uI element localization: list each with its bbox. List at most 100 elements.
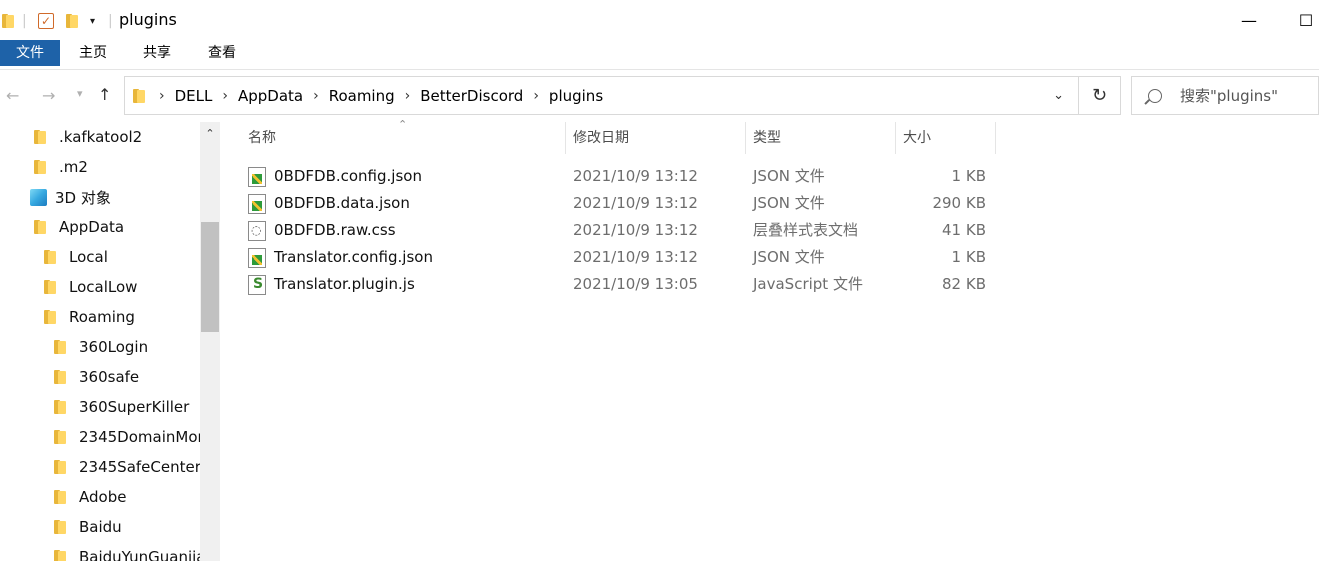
file-name: 0BDFDB.data.json (274, 194, 410, 212)
file-date: 2021/10/9 13:05 (573, 275, 698, 293)
sort-ascending-icon: ⌃ (398, 118, 408, 131)
chevron-right-icon[interactable]: › (533, 88, 539, 104)
folder-icon (54, 400, 70, 414)
breadcrumb-dell[interactable]: DELL (175, 87, 213, 105)
sidebar-item[interactable]: 360safe (54, 362, 139, 392)
up-icon[interactable]: ↑ (98, 85, 111, 104)
breadcrumb-plugins[interactable]: plugins (549, 87, 603, 105)
maximize-icon[interactable]: ☐ (1294, 8, 1318, 32)
sidebar-item[interactable]: LocalLow (44, 272, 137, 302)
sidebar-item[interactable]: BaiduYunGuanjia (54, 542, 206, 561)
column-header-size[interactable]: 大小 (903, 122, 931, 154)
json-file-icon (248, 248, 266, 268)
folder-icon (54, 430, 70, 444)
file-row[interactable]: Translator.plugin.js 2021/10/9 13:05 Jav… (246, 271, 1006, 298)
breadcrumb-betterdiscord[interactable]: BetterDiscord (420, 87, 523, 105)
file-date: 2021/10/9 13:12 (573, 194, 698, 212)
sidebar-item[interactable]: 2345SafeCenter (54, 452, 201, 482)
sidebar-item[interactable]: Adobe (54, 482, 126, 512)
search-placeholder: 搜索"plugins" (1180, 87, 1279, 105)
sidebar-item[interactable]: 2345DomainMon (54, 422, 207, 452)
folder-icon (133, 88, 149, 103)
folder-icon (34, 220, 50, 234)
sidebar-item[interactable]: 360Login (54, 332, 148, 362)
customize-quick-access-icon[interactable]: ▾ (90, 10, 95, 32)
divider: | (22, 13, 27, 29)
scroll-up-icon[interactable]: ⌃ (200, 122, 220, 144)
sidebar-item[interactable]: .m2 (34, 152, 88, 182)
tab-home[interactable]: 主页 (68, 40, 118, 66)
folder-icon (44, 310, 60, 324)
chevron-down-icon[interactable]: ⌄ (1053, 88, 1064, 103)
file-row[interactable]: 0BDFDB.data.json 2021/10/9 13:12 JSON 文件… (246, 190, 1006, 217)
scrollbar-thumb[interactable] (201, 222, 219, 332)
file-size: 290 KB (932, 194, 986, 212)
forward-icon[interactable]: → (42, 86, 55, 105)
file-size: 1 KB (951, 248, 986, 266)
chevron-right-icon[interactable]: › (313, 88, 319, 104)
sidebar-item[interactable]: AppData (34, 212, 124, 242)
file-type: JSON 文件 (753, 248, 825, 266)
file-size: 1 KB (951, 167, 986, 185)
file-name: Translator.plugin.js (274, 275, 415, 293)
sidebar-item[interactable]: Baidu (54, 512, 122, 542)
tab-file[interactable]: 文件 (0, 40, 60, 66)
window-title: plugins (119, 10, 177, 29)
folder-icon (44, 250, 60, 264)
file-name: Translator.config.json (274, 248, 433, 266)
title-bar: | ✓ ▾ | plugins — ☐ (0, 0, 1319, 40)
file-date: 2021/10/9 13:12 (573, 248, 698, 266)
file-row[interactable]: 0BDFDB.raw.css 2021/10/9 13:12 层叠样式表文档 4… (246, 217, 1006, 244)
tab-share[interactable]: 共享 (132, 40, 182, 66)
address-bar[interactable]: › DELL › AppData › Roaming › BetterDisco… (124, 76, 1079, 115)
search-input[interactable]: 搜索"plugins" (1131, 76, 1319, 115)
column-header-type[interactable]: 类型 (753, 122, 781, 154)
folder-icon (34, 160, 50, 174)
sidebar-item[interactable]: 3D 对象 (30, 182, 111, 212)
js-file-icon (248, 275, 266, 295)
column-divider[interactable] (895, 122, 896, 154)
json-file-icon (248, 194, 266, 214)
chevron-right-icon[interactable]: › (405, 88, 411, 104)
chevron-right-icon[interactable]: › (159, 88, 165, 104)
breadcrumb-appdata[interactable]: AppData (238, 87, 303, 105)
search-icon (1148, 88, 1162, 103)
file-list: ⌃ 名称 修改日期 类型 大小 0BDFDB.config.json 2021/… (230, 118, 1319, 561)
folder-icon (54, 520, 70, 534)
column-header-name[interactable]: 名称 (248, 122, 276, 154)
3d-objects-icon (30, 188, 47, 206)
recent-locations-icon[interactable]: ▾ (77, 87, 83, 100)
sidebar-item[interactable]: Roaming (44, 302, 135, 332)
folder-icon (54, 490, 70, 504)
file-type: JavaScript 文件 (753, 275, 863, 293)
column-divider[interactable] (995, 122, 996, 154)
file-row[interactable]: 0BDFDB.config.json 2021/10/9 13:12 JSON … (246, 163, 1006, 190)
sidebar-item[interactable]: 360SuperKiller (54, 392, 189, 422)
breadcrumb-roaming[interactable]: Roaming (329, 87, 395, 105)
chevron-right-icon[interactable]: › (222, 88, 228, 104)
file-row[interactable]: Translator.config.json 2021/10/9 13:12 J… (246, 244, 1006, 271)
file-size: 82 KB (942, 275, 986, 293)
folder-icon (54, 370, 70, 384)
folder-icon (44, 280, 60, 294)
refresh-icon[interactable]: ↻ (1079, 76, 1121, 115)
file-name: 0BDFDB.raw.css (274, 221, 396, 239)
minimize-icon[interactable]: — (1237, 8, 1261, 32)
folder-icon[interactable] (2, 10, 18, 32)
divider: | (108, 13, 113, 29)
column-header-date[interactable]: 修改日期 (573, 122, 629, 154)
column-divider[interactable] (745, 122, 746, 154)
folder-icon (54, 550, 70, 561)
properties-icon[interactable]: ✓ (38, 10, 54, 32)
sidebar-item[interactable]: .kafkatool2 (34, 122, 142, 152)
tab-view[interactable]: 查看 (196, 40, 248, 66)
file-date: 2021/10/9 13:12 (573, 221, 698, 239)
sidebar-item[interactable]: Local (44, 242, 108, 272)
folder-icon (54, 460, 70, 474)
column-divider[interactable] (565, 122, 566, 154)
sidebar-scrollbar[interactable]: ⌃ (200, 122, 220, 561)
file-type: JSON 文件 (753, 167, 825, 185)
back-icon[interactable]: ← (6, 86, 19, 105)
new-folder-icon[interactable] (66, 10, 82, 32)
file-name: 0BDFDB.config.json (274, 167, 422, 185)
